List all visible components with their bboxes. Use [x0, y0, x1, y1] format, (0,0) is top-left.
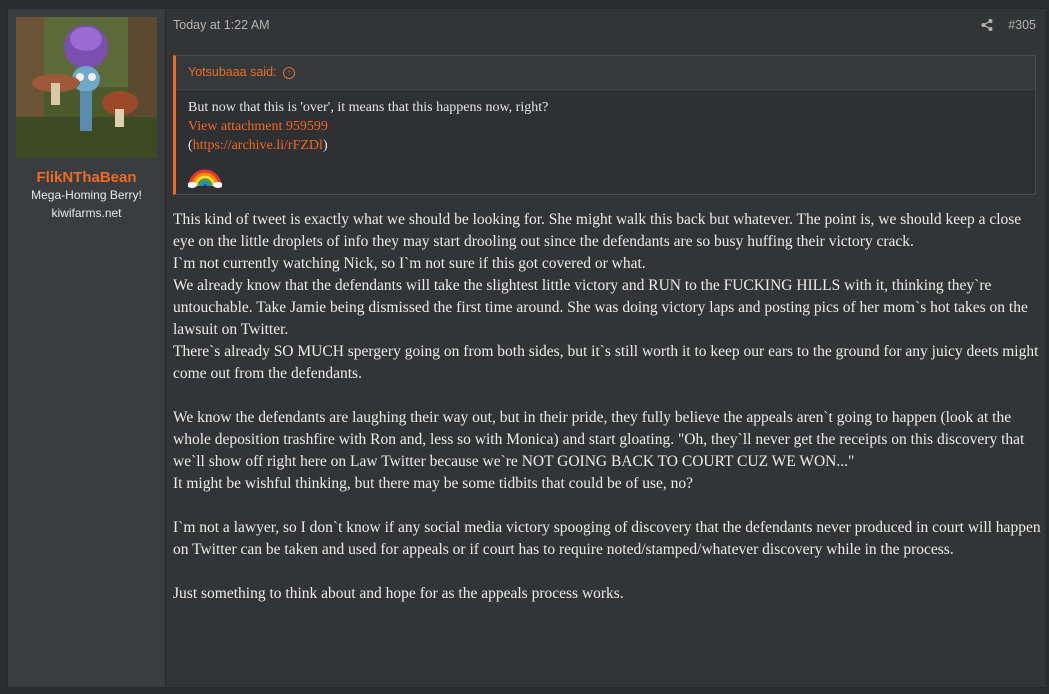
- quote-block: Yotsubaaa said: ↑ But now that this is '…: [173, 55, 1036, 195]
- archive-link-line: (https://archive.li/rFZDl): [188, 136, 548, 155]
- arrow-up-circle-icon[interactable]: ↑: [283, 66, 295, 79]
- post-message: This kind of tweet is exactly what we sh…: [173, 209, 1043, 605]
- message-paragraph: Just something to think about and hope f…: [173, 585, 624, 602]
- user-banner: kiwifarms.net: [51, 206, 122, 220]
- archive-link[interactable]: https://archive.li/rFZDl: [193, 138, 323, 153]
- avatar[interactable]: [16, 17, 157, 158]
- quote-body: But now that this is 'over', it means th…: [188, 98, 548, 188]
- message-paragraph: We already know that the defendants will…: [173, 277, 1028, 338]
- share-icon[interactable]: [980, 18, 994, 32]
- message-paragraph: I`m not currently watching Nick, so I`m …: [173, 255, 646, 272]
- quote-author[interactable]: Yotsubaaa said:: [188, 65, 277, 79]
- quote-header: Yotsubaaa said: ↑: [176, 56, 1035, 90]
- post-header: Today at 1:22 AM #305: [173, 18, 1038, 38]
- message-paragraph: I`m not a lawyer, so I don`t know if any…: [173, 519, 1041, 558]
- quote-text: But now that this is 'over', it means th…: [188, 100, 549, 115]
- message-paragraph: There`s already SO MUCH spergery going o…: [173, 343, 1039, 382]
- post-number[interactable]: #305: [1008, 18, 1036, 32]
- rainbow-icon: [188, 169, 222, 188]
- quote-author-link[interactable]: Yotsubaaa said: ↑: [188, 65, 295, 79]
- avatar-image: [16, 17, 157, 158]
- message-paragraph: It might be wishful thinking, but there …: [173, 475, 694, 492]
- attachment-link[interactable]: View attachment 959599: [188, 117, 548, 136]
- user-sidebar: FlikNThaBean Mega-Homing Berry! kiwifarm…: [8, 9, 166, 687]
- post-timestamp[interactable]: Today at 1:22 AM: [173, 18, 270, 32]
- message-paragraph: This kind of tweet is exactly what we sh…: [173, 211, 1022, 250]
- message-paragraph: We know the defendants are laughing thei…: [173, 409, 1025, 470]
- post-container: FlikNThaBean Mega-Homing Berry! kiwifarm…: [7, 8, 1047, 688]
- user-title: Mega-Homing Berry!: [31, 188, 142, 202]
- paren-close: ): [322, 138, 328, 153]
- username[interactable]: FlikNThaBean: [8, 169, 165, 186]
